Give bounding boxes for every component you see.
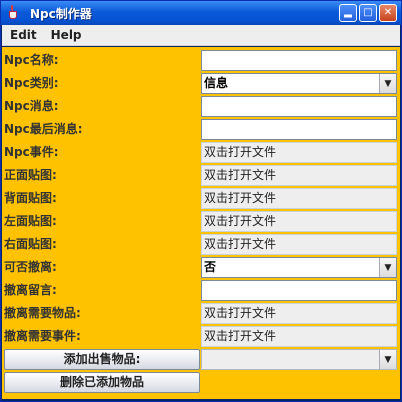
sale-items-select[interactable]: ▼ — [201, 349, 397, 370]
npc-message-input[interactable] — [201, 96, 397, 117]
row-npc-name: Npc名称: — [2, 49, 400, 72]
close-icon: ✕ — [383, 7, 393, 18]
front-image-label: 正面贴图: — [4, 168, 57, 182]
chevron-down-icon[interactable]: ▼ — [379, 350, 396, 369]
maximize-icon: □ — [363, 7, 373, 18]
row-add-sale: 添加出售物品: ▼ — [2, 348, 400, 371]
row-delete-added: 删除已添加物品 — [2, 371, 400, 394]
maximize-button[interactable]: □ — [359, 4, 377, 22]
title-bar[interactable]: Npc制作器 ▂ □ ✕ — [1, 1, 401, 25]
npc-last-message-input[interactable] — [201, 119, 397, 140]
withdraw-value: 否 — [204, 260, 217, 274]
row-back-image: 背面贴图: 双击打开文件 — [2, 187, 400, 210]
chevron-down-icon[interactable]: ▼ — [379, 258, 396, 277]
left-image-label: 左面贴图: — [4, 214, 57, 228]
row-withdraw: 可否撤离: 否 ▼ — [2, 256, 400, 279]
withdraw-label: 可否撤离: — [4, 260, 57, 274]
row-left-image: 左面贴图: 双击打开文件 — [2, 210, 400, 233]
back-image-file[interactable]: 双击打开文件 — [201, 188, 397, 209]
withdraw-items-label: 撤离需要物品: — [4, 306, 81, 320]
app-window: Npc制作器 ▂ □ ✕ Edit Help Npc名称: Npc类别: 信息 … — [0, 0, 402, 402]
withdraw-events-file[interactable]: 双击打开文件 — [201, 326, 397, 347]
java-cup-icon — [6, 5, 22, 21]
withdraw-items-file[interactable]: 双击打开文件 — [201, 303, 397, 324]
menu-edit[interactable]: Edit — [2, 28, 43, 42]
npc-type-select[interactable]: 信息 ▼ — [201, 73, 397, 94]
close-button[interactable]: ✕ — [379, 4, 397, 22]
withdraw-events-label: 撤离需要事件: — [4, 329, 81, 343]
right-image-label: 右面贴图: — [4, 237, 57, 251]
npc-type-value: 信息 — [204, 76, 229, 90]
npc-last-message-label: Npc最后消息: — [4, 122, 83, 136]
npc-message-label: Npc消息: — [4, 99, 59, 113]
npc-event-label: Npc事件: — [4, 145, 59, 159]
menu-bar: Edit Help — [2, 25, 400, 46]
delete-added-item-button[interactable]: 删除已添加物品 — [4, 372, 200, 393]
left-image-file[interactable]: 双击打开文件 — [201, 211, 397, 232]
minimize-button[interactable]: ▂ — [339, 4, 357, 22]
back-image-label: 背面贴图: — [4, 191, 57, 205]
row-npc-event: Npc事件: 双击打开文件 — [2, 141, 400, 164]
row-npc-message: Npc消息: — [2, 95, 400, 118]
withdraw-message-input[interactable] — [201, 280, 397, 301]
row-withdraw-items: 撤离需要物品: 双击打开文件 — [2, 302, 400, 325]
npc-form: Npc名称: Npc类别: 信息 ▼ Npc消息: Npc最后消息: Npc事件… — [2, 47, 400, 399]
right-image-file[interactable]: 双击打开文件 — [201, 234, 397, 255]
npc-type-label: Npc类别: — [4, 76, 59, 90]
withdraw-message-label: 撤离留言: — [4, 283, 57, 297]
row-front-image: 正面贴图: 双击打开文件 — [2, 164, 400, 187]
front-image-file[interactable]: 双击打开文件 — [201, 165, 397, 186]
row-withdraw-events: 撤离需要事件: 双击打开文件 — [2, 325, 400, 348]
row-withdraw-message: 撤离留言: — [2, 279, 400, 302]
menu-help[interactable]: Help — [43, 28, 88, 42]
window-title: Npc制作器 — [30, 6, 92, 21]
row-npc-type: Npc类别: 信息 ▼ — [2, 72, 400, 95]
add-sale-item-button[interactable]: 添加出售物品: — [4, 349, 200, 370]
withdraw-select[interactable]: 否 ▼ — [201, 257, 397, 278]
row-npc-last-message: Npc最后消息: — [2, 118, 400, 141]
npc-name-input[interactable] — [201, 50, 397, 71]
minimize-icon: ▂ — [344, 7, 352, 18]
row-right-image: 右面贴图: 双击打开文件 — [2, 233, 400, 256]
chevron-down-icon[interactable]: ▼ — [379, 74, 396, 93]
npc-name-label: Npc名称: — [4, 53, 59, 67]
npc-event-file[interactable]: 双击打开文件 — [201, 142, 397, 163]
